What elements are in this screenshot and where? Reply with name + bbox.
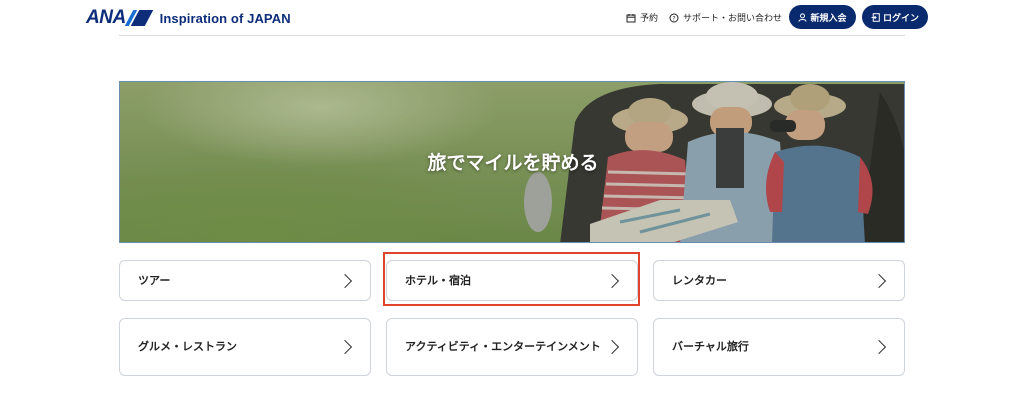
login-button-label: ログイン (882, 13, 919, 24)
category-rental-car-label: レンタカー (672, 273, 727, 287)
category-gourmet[interactable]: グルメ・レストラン (119, 318, 371, 376)
chevron-right-icon (871, 339, 887, 355)
chevron-right-icon (337, 339, 353, 355)
join-button[interactable]: 新規入会 (789, 5, 856, 29)
category-activity[interactable]: アクティビティ・エンターテインメント (386, 318, 638, 376)
header-divider (119, 35, 905, 36)
logo-stripes-icon (124, 10, 153, 26)
hero-title: 旅でマイルを貯める (427, 152, 599, 174)
svg-text:?: ? (672, 15, 675, 22)
nav-support-label: サポート・お問い合わせ (683, 14, 783, 24)
calendar-icon (626, 13, 636, 22)
login-icon (871, 12, 880, 22)
chevron-right-icon (337, 273, 353, 288)
join-button-label: 新規入会 (810, 13, 847, 24)
nav-reserve-link[interactable]: 予約 (626, 11, 658, 24)
user-icon (798, 12, 808, 22)
selection-highlight (383, 252, 640, 306)
category-rental-car[interactable]: レンタカー (653, 260, 905, 301)
chevron-right-icon (871, 273, 887, 288)
category-virtual-travel-label: バーチャル旅行 (672, 340, 749, 353)
question-icon: ? (669, 13, 679, 22)
category-tour[interactable]: ツアー (119, 260, 371, 301)
category-activity-label: アクティビティ・エンターテインメント (405, 340, 601, 353)
category-virtual-travel[interactable]: バーチャル旅行 (653, 318, 905, 376)
category-tour-label: ツアー (138, 273, 171, 287)
logo-tagline: Inspiration of JAPAN (159, 10, 291, 26)
logo-wordmark: ANA (86, 7, 126, 28)
nav-support-link[interactable]: ? サポート・お問い合わせ (669, 11, 782, 24)
nav-reserve-label: 予約 (640, 14, 659, 24)
ana-logo[interactable]: ANA Inspiration of JAPAN (86, 7, 291, 28)
site-header: ANA Inspiration of JAPAN 予約 ? サポート・お問い合わ… (0, 0, 1024, 36)
login-button[interactable]: ログイン (862, 5, 928, 29)
chevron-right-icon (604, 339, 620, 355)
hero-banner[interactable]: 旅でマイルを貯める (119, 81, 905, 243)
category-gourmet-label: グルメ・レストラン (138, 340, 237, 353)
